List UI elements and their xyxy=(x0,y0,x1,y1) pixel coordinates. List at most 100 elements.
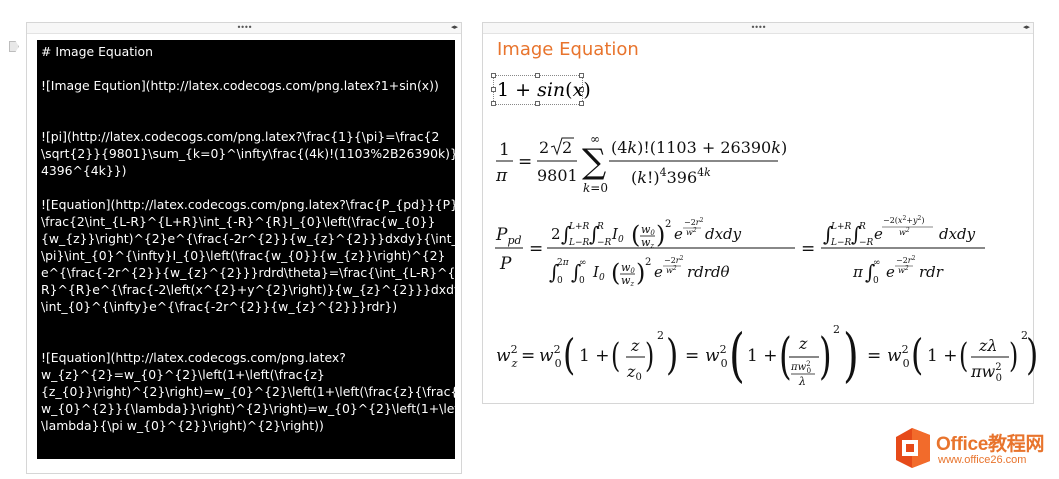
svg-text:): ) xyxy=(666,331,678,380)
svg-text:L+R: L+R xyxy=(568,222,590,232)
svg-text:∞: ∞ xyxy=(873,258,881,268)
svg-text:): ) xyxy=(656,221,665,249)
editor-line[interactable]: ![pi](http://latex.codecogs.com/png.late… xyxy=(41,128,451,145)
svg-text:w20: w2 0 xyxy=(539,343,562,370)
editor-line[interactable] xyxy=(41,332,451,349)
svg-text:L+R: L+R xyxy=(830,222,852,232)
equation-image-power[interactable]: Ppd P = 2 ∫ L+R L−R ∫ R −R I0 ( w0 wz ) … xyxy=(493,203,1018,293)
svg-text:−R: −R xyxy=(859,238,874,248)
svg-text:2: 2 xyxy=(562,138,572,157)
preview-heading: Image Equation xyxy=(497,39,639,60)
svg-text:R: R xyxy=(596,222,604,232)
svg-text:1 +: 1 + xyxy=(747,346,777,366)
editor-line[interactable]: \frac{2\int_{L-R}^{L+R}\int_{-R}^{R}I_{0… xyxy=(41,213,451,230)
svg-text:2: 2 xyxy=(833,323,840,336)
svg-text:I0: I0 xyxy=(611,225,624,245)
svg-text:1 +: 1 + xyxy=(927,346,957,366)
svg-text:R: R xyxy=(858,222,866,232)
svg-text:e: e xyxy=(654,263,663,281)
svg-text:−2r2: −2r2 xyxy=(664,255,684,265)
editor-line[interactable]: 4396^{4k}}) xyxy=(41,162,451,179)
markdown-source-editor[interactable]: # Image Equation ![Image Eqution](http://… xyxy=(37,40,455,459)
editor-line[interactable]: \pi}\int_{0}^{\infty}I_{0}\left(\frac{w_… xyxy=(41,247,451,264)
svg-text:dxdy: dxdy xyxy=(705,225,742,243)
drag-grip-icon[interactable]: •••• xyxy=(751,24,767,32)
editor-line[interactable]: ![Equation](http://latex.codecogs.com/pn… xyxy=(41,196,455,213)
svg-text:w2z: w2 z xyxy=(496,343,518,370)
svg-text:1: 1 xyxy=(499,140,510,160)
editor-line[interactable]: \sqrt{2}}{9801}\sum_{k=0}^\infty\frac{(4… xyxy=(41,145,455,162)
svg-text:−2r2: −2r2 xyxy=(896,255,916,265)
editor-line[interactable]: e^{\frac{-2r^{2}}{w_{z}^{2}}}rdrd\theta}… xyxy=(41,264,455,281)
equation-image-sin[interactable]: 1 + sin(x) xyxy=(495,77,591,103)
collapse-arrow-marker[interactable] xyxy=(9,41,19,52)
svg-text:πw20: πw2 0 xyxy=(790,360,811,375)
editor-line[interactable] xyxy=(41,94,451,111)
svg-text:(: ( xyxy=(779,327,792,385)
editor-line[interactable] xyxy=(41,179,451,196)
editor-line[interactable]: w_{0}^{2}}{\lambda}}\right)^{2}\right)=w… xyxy=(41,400,455,417)
svg-text:(k!)43964k: (k!)43964k xyxy=(631,166,711,187)
svg-text:(: ( xyxy=(563,331,575,380)
editor-line[interactable]: ![Equation](http://latex.codecogs.com/pn… xyxy=(41,349,451,366)
preview-pane-header[interactable]: •••• ◂▸ xyxy=(483,23,1033,34)
editor-line[interactable]: {w_{z}}\right)^{2}e^{\frac{-2r^{2}}{w_{z… xyxy=(41,230,455,247)
editor-line[interactable]: w_{z}^{2}=w_{0}^{2}\left(1+\left(\frac{z… xyxy=(41,366,451,383)
svg-text:π: π xyxy=(495,166,508,186)
svg-text:w0: w0 xyxy=(621,261,635,275)
svg-text:9801: 9801 xyxy=(537,166,578,185)
editor-pane-header[interactable]: •••• ◂▸ xyxy=(27,23,461,34)
editor-line[interactable]: R}^{R}e^{\frac{-2\left(x^{2}+y^{2}\right… xyxy=(41,281,455,298)
svg-text:L−R: L−R xyxy=(830,238,852,248)
svg-text:∞: ∞ xyxy=(579,258,587,268)
svg-text:e: e xyxy=(886,263,895,281)
svg-text:−2(x2+y2): −2(x2+y2) xyxy=(883,215,924,225)
svg-text:−R: −R xyxy=(597,238,612,248)
svg-text:z: z xyxy=(798,334,808,353)
logo-name: Office教程网 xyxy=(936,434,1045,455)
resize-arrows-icon[interactable]: ◂▸ xyxy=(451,23,458,32)
svg-text:wz: wz xyxy=(621,274,634,288)
svg-text:Ppd: Ppd xyxy=(495,225,522,247)
svg-text:w20: w2 0 xyxy=(887,343,910,370)
equation-image-pi[interactable]: 1 π = 2 2 9801 ∞ ∑ k=0 (4k)!(1103 + 2639… xyxy=(493,127,793,197)
editor-line[interactable]: # Image Equation xyxy=(41,43,451,60)
svg-text:(: ( xyxy=(611,259,620,287)
editor-line[interactable]: \lambda}{\pi w_{0}^{2}}\right)^{2}\right… xyxy=(41,417,451,434)
resize-arrows-icon[interactable]: ◂▸ xyxy=(1023,23,1030,32)
svg-text:z: z xyxy=(630,336,640,355)
office-logo-icon xyxy=(896,428,930,468)
svg-text:P: P xyxy=(499,254,512,274)
svg-text:(: ( xyxy=(911,331,923,380)
svg-text:=: = xyxy=(867,346,881,366)
svg-text:=: = xyxy=(685,346,699,366)
editor-line[interactable]: \int_{0}^{\infty}e^{\frac{-2r^{2}}{w_{z}… xyxy=(41,298,451,315)
svg-text:2π: 2π xyxy=(557,258,570,268)
equation-image-beam[interactable]: w2 z = w2 0 ( 1 + ( z z0 ) 2 ) = w2 0 ( 1 +… xyxy=(493,317,1038,397)
svg-text:=: = xyxy=(801,239,815,259)
svg-text:0: 0 xyxy=(579,276,585,286)
svg-text:2: 2 xyxy=(657,329,664,342)
svg-text:w2: w2 xyxy=(686,227,697,237)
svg-text:∑: ∑ xyxy=(582,142,606,182)
svg-text:(4k)!(1103 + 26390k): (4k)!(1103 + 26390k) xyxy=(611,138,787,157)
office26-logo: Office教程网 www.office26.com xyxy=(892,424,1052,472)
svg-text:I0: I0 xyxy=(592,263,605,283)
editor-line[interactable] xyxy=(41,60,451,77)
svg-text:0: 0 xyxy=(873,276,879,286)
svg-text:w2: w2 xyxy=(666,265,677,275)
svg-text:=: = xyxy=(518,152,532,172)
editor-line[interactable]: ![Image Eqution](http://latex.codecogs.c… xyxy=(41,77,451,94)
svg-text:1 +: 1 + xyxy=(579,346,609,366)
svg-text:2: 2 xyxy=(539,138,549,157)
svg-text:L−R: L−R xyxy=(568,238,590,248)
editor-line[interactable]: {z_{0}}\right)^{2}\right)=w_{0}^{2}\left… xyxy=(41,383,455,400)
editor-pane: •••• ◂▸ # Image Equation ![Image Eqution]… xyxy=(26,22,462,474)
editor-line[interactable] xyxy=(41,111,451,128)
svg-text:(: ( xyxy=(631,221,640,249)
editor-line[interactable] xyxy=(41,315,451,332)
svg-text:): ) xyxy=(636,259,645,287)
svg-text:(: ( xyxy=(959,336,968,375)
svg-text:πw20: πw2 0 xyxy=(970,362,1002,384)
drag-grip-icon[interactable]: •••• xyxy=(237,24,253,32)
